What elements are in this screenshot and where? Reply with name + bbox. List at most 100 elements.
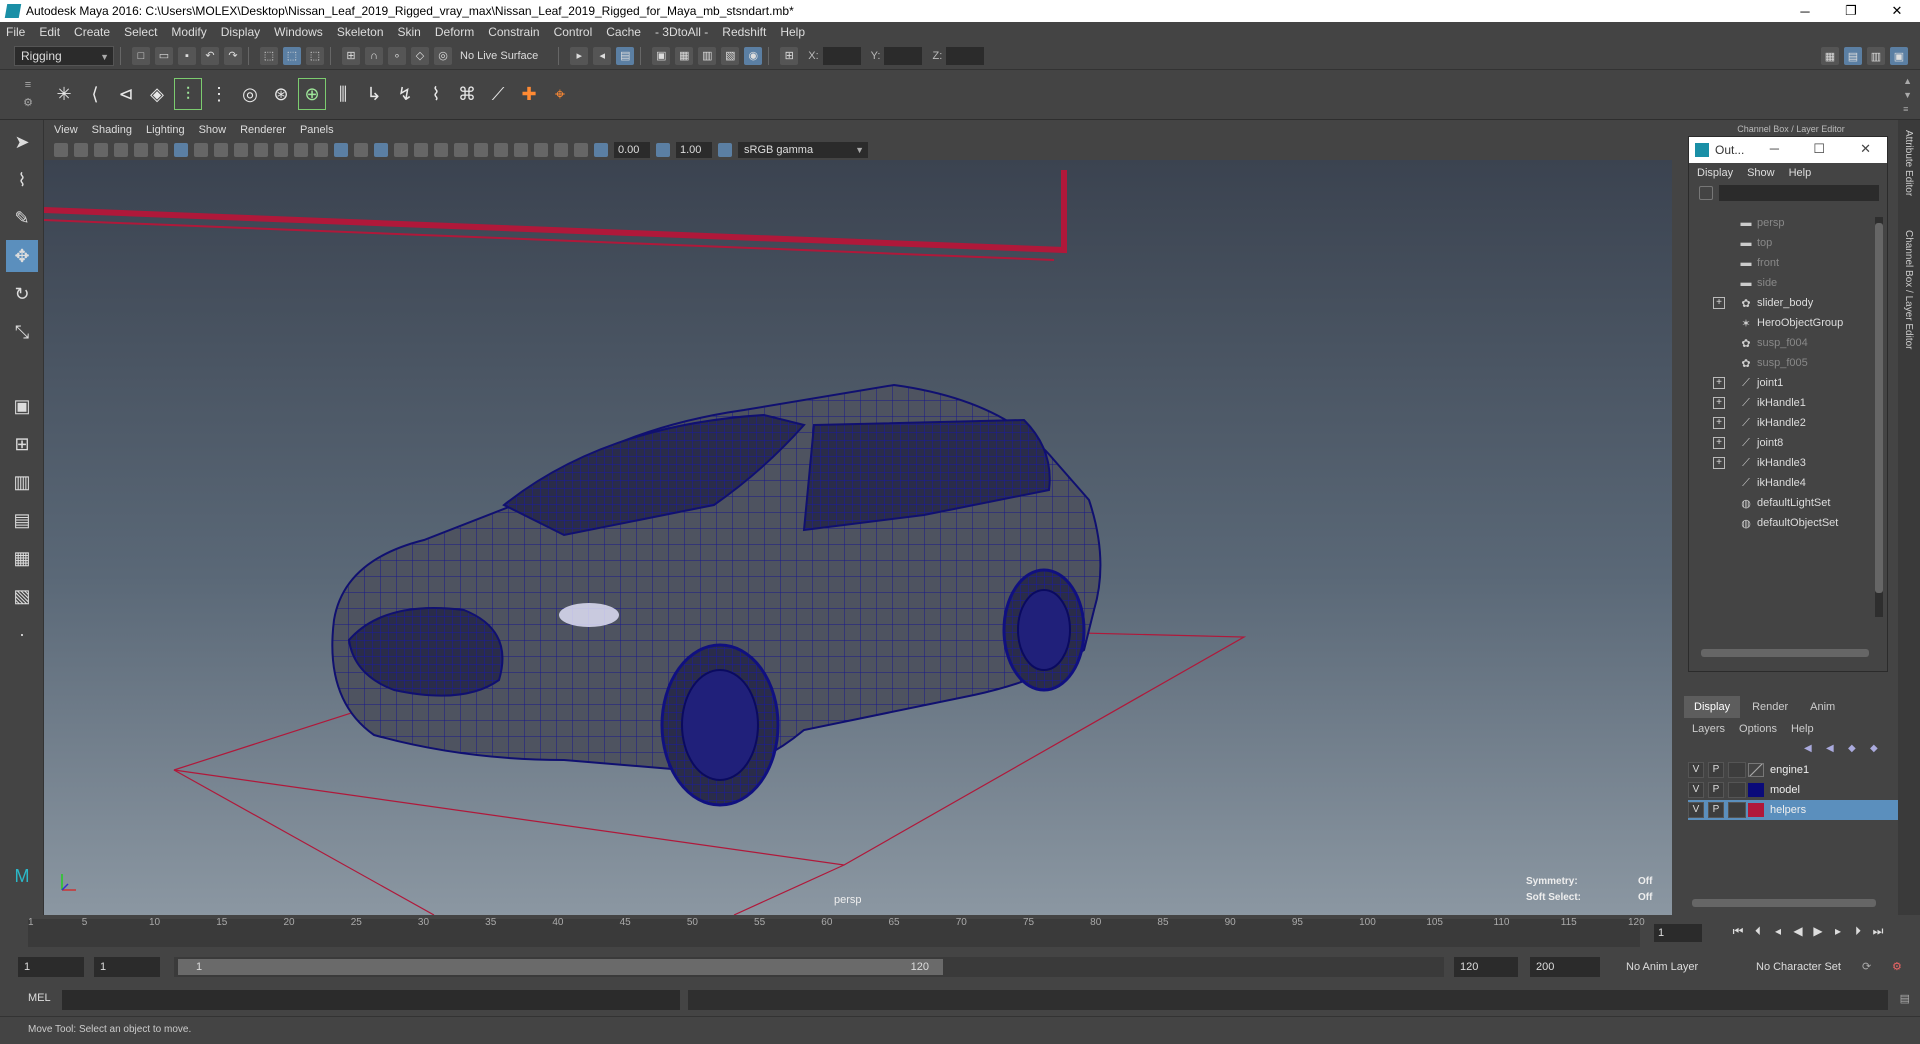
persp-viewport[interactable]: Symmetry: Off Soft Select: Off persp (44, 160, 1672, 915)
transform-input-icon[interactable]: ⊞ (780, 46, 799, 65)
outliner-item[interactable]: ◍ defaultObjectSet (1689, 513, 1874, 533)
layer-row[interactable]: V Pmodel (1688, 780, 1898, 800)
outliner-item[interactable]: ⟋ ikHandle4 (1689, 473, 1874, 493)
layout-custom-icon[interactable]: ▧ (6, 580, 38, 612)
playback-toggle[interactable]: P (1708, 762, 1724, 778)
grid-toggle-icon[interactable] (174, 143, 188, 157)
menu-constrain[interactable]: Constrain (488, 25, 539, 39)
use-all-lights-icon[interactable] (414, 143, 428, 157)
outliner-item[interactable]: + ⟋ ikHandle2 (1689, 413, 1874, 433)
attribute-editor-toggle-icon[interactable]: ▤ (1844, 47, 1862, 65)
save-scene-icon[interactable]: ▪ (178, 46, 196, 65)
ik-handle-tool-icon[interactable]: ↯ (391, 78, 419, 110)
tab-anim[interactable]: Anim (1800, 696, 1845, 718)
outliner-item[interactable]: + ✿ slider_body (1689, 293, 1874, 313)
wire-deformer-icon[interactable]: ⟋ (484, 78, 512, 110)
channel-box-toggle-icon[interactable]: ▣ (1890, 47, 1908, 65)
anim-layer-dropdown[interactable]: No Anim Layer (1626, 957, 1698, 977)
menu-redshift[interactable]: Redshift (722, 25, 766, 39)
outliner-item[interactable]: ✿ susp_f004 (1689, 333, 1874, 353)
constraint-icon[interactable]: ⌖ (546, 78, 574, 110)
new-scene-icon[interactable]: □ (132, 46, 150, 65)
safe-title-icon[interactable] (294, 143, 308, 157)
output-ops-icon[interactable]: ◂ (593, 46, 612, 65)
y-coord-field[interactable]: Y: (871, 46, 923, 65)
new-layer-icon[interactable]: ◆ (1848, 743, 1864, 755)
animation-end-field[interactable]: 200 (1530, 957, 1600, 977)
open-scene-icon[interactable]: ▭ (155, 46, 173, 65)
animation-start-field[interactable]: 1 (18, 957, 84, 977)
vp-menu-shading[interactable]: Shading (92, 124, 132, 136)
menu-cache[interactable]: Cache (606, 25, 641, 39)
layout-outliner-persp-icon[interactable]: ▤ (6, 504, 38, 536)
layout-four-pane-icon[interactable]: ⊞ (6, 428, 38, 460)
menu-control[interactable]: Control (554, 25, 593, 39)
menu-create[interactable]: Create (74, 25, 110, 39)
outliner-item[interactable]: + ⟋ ikHandle1 (1689, 393, 1874, 413)
step-back-frame-icon[interactable]: ◂ (1768, 924, 1788, 939)
insert-joint-icon[interactable]: ⟨ (81, 78, 109, 110)
expand-icon[interactable]: + (1713, 417, 1725, 429)
outliner-item[interactable]: ✶ HeroObjectGroup (1689, 313, 1874, 333)
animation-prefs-icon[interactable]: ⚙ (1892, 957, 1902, 977)
outliner-item[interactable]: + ⟋ joint1 (1689, 373, 1874, 393)
create-joints-icon[interactable]: ✳ (50, 78, 78, 110)
shelf-scroll-icon[interactable]: ▲ ▼ ≡ (1903, 74, 1912, 116)
outliner-menu-show[interactable]: Show (1747, 167, 1775, 179)
interactive-bind-icon[interactable]: ⊕ (298, 78, 326, 110)
layout-graph-persp-icon[interactable]: ▦ (6, 542, 38, 574)
menu-select[interactable]: Select (124, 25, 157, 39)
outliner-menu-display[interactable]: Display (1697, 167, 1733, 179)
snap-curve-icon[interactable]: ∩ (365, 46, 383, 65)
display-type-toggle[interactable] (1728, 802, 1746, 818)
move-layer-down-icon[interactable]: ◀ (1826, 743, 1842, 755)
shadows-icon[interactable] (434, 143, 448, 157)
character-set-dropdown[interactable]: No Character Set (1756, 957, 1841, 977)
cluster-icon[interactable]: ↳ (360, 78, 388, 110)
layer-menu-help[interactable]: Help (1791, 723, 1814, 735)
vp-menu-show[interactable]: Show (199, 124, 227, 136)
outliner-item[interactable]: + ⟋ joint8 (1689, 433, 1874, 453)
tab-render[interactable]: Render (1742, 696, 1798, 718)
range-bar[interactable]: 1 120 (174, 957, 1444, 977)
x-coord-field[interactable]: X: (808, 46, 861, 65)
snap-point-icon[interactable]: ∘ (388, 46, 406, 65)
lasso-tool-icon[interactable]: ⌇ (6, 164, 38, 196)
select-tool-icon[interactable]: ➤ (6, 126, 38, 158)
mirror-joint-icon[interactable]: ⊲ (112, 78, 140, 110)
attribute-editor-tab[interactable]: Attribute Editor (1903, 130, 1914, 196)
orient-joint-icon[interactable]: ⫶ (174, 78, 202, 110)
view-transform-dropdown[interactable]: sRGB gamma (738, 142, 868, 158)
wireframe-on-shaded-icon[interactable] (374, 143, 388, 157)
gate-mask-icon[interactable] (234, 143, 248, 157)
paint-weights-icon[interactable]: ◎ (236, 78, 264, 110)
snap-live-icon[interactable]: ◎ (434, 46, 452, 65)
screen-space-ao-icon[interactable] (454, 143, 468, 157)
layer-color-swatch[interactable] (1748, 803, 1764, 817)
outliner-item[interactable]: ▬ front (1689, 253, 1874, 273)
menu-skeleton[interactable]: Skeleton (337, 25, 384, 39)
visibility-toggle[interactable]: V (1688, 802, 1704, 818)
resolution-gate-icon[interactable] (214, 143, 228, 157)
display-type-toggle[interactable] (1728, 782, 1746, 798)
step-forward-frame-icon[interactable]: ▸ (1828, 924, 1848, 939)
isolate-select-icon[interactable] (514, 143, 528, 157)
outliner-item[interactable]: ▬ side (1689, 273, 1874, 293)
select-object-icon[interactable]: ⬚ (283, 46, 301, 65)
expand-icon[interactable]: + (1713, 457, 1725, 469)
go-to-end-icon[interactable]: ⏭ (1868, 924, 1888, 939)
camera-attributes-icon[interactable] (74, 143, 88, 157)
visibility-toggle[interactable]: V (1688, 782, 1704, 798)
outliner-item[interactable]: ✿ susp_f005 (1689, 353, 1874, 373)
scale-tool-icon[interactable]: ⤡ (6, 316, 38, 348)
menu-display[interactable]: Display (221, 25, 260, 39)
layout-two-pane-icon[interactable]: ▥ (6, 466, 38, 498)
outliner-item[interactable]: ◍ defaultLightSet (1689, 493, 1874, 513)
expand-icon[interactable]: + (1713, 437, 1725, 449)
visibility-toggle[interactable]: V (1688, 762, 1704, 778)
render-settings-icon[interactable]: ▧ (721, 46, 740, 65)
shelf-menu-icon[interactable]: ≡ ⚙ (18, 76, 38, 114)
ik-spline-icon[interactable]: ◈ (143, 78, 171, 110)
default-material-icon[interactable] (354, 143, 368, 157)
command-input[interactable] (62, 990, 680, 1010)
